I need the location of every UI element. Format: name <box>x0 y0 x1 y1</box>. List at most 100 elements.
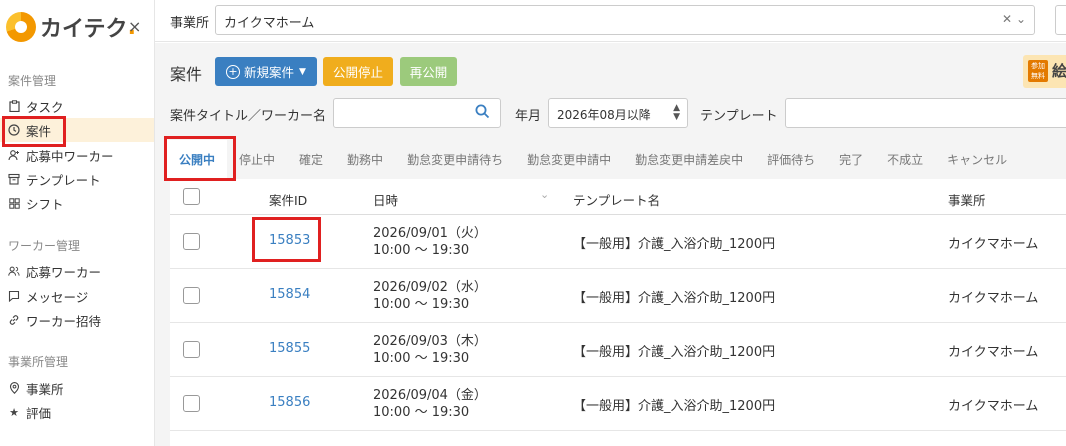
clock-icon <box>8 124 20 136</box>
sidebar-item-label: ワーカー招待 <box>26 313 102 329</box>
sidebar-item-label: 評価 <box>26 405 52 421</box>
case-id-link[interactable]: 15856 <box>269 395 310 410</box>
sidebar-item-label: テンプレート <box>26 172 101 188</box>
location-icon <box>8 382 20 394</box>
template-select[interactable] <box>785 98 1066 128</box>
case-time: 10:00 〜 19:30 <box>373 243 470 258</box>
section-title-office: 事業所管理 <box>8 355 69 369</box>
status-tabs: 公開中 停止中 確定 勤務中 勤怠変更申請待ち 勤怠変更申請中 勤怠変更申請差戻… <box>167 140 1066 178</box>
case-time: 10:00 〜 19:30 <box>373 297 470 312</box>
logo-text: カイテク <box>40 17 128 42</box>
tab-working[interactable]: 勤務中 <box>335 140 395 178</box>
office-name: カイクマホーム <box>948 237 1039 252</box>
template-name: 【一般用】介護_入浴介助_1200円 <box>573 237 776 252</box>
sidebar-item-shifts[interactable]: シフト <box>0 191 154 215</box>
sidebar-item-label: シフト <box>26 196 64 212</box>
tab-confirmed[interactable]: 確定 <box>287 140 335 178</box>
tab-awaiting-review[interactable]: 評価待ち <box>755 140 827 178</box>
case-id-link[interactable]: 15854 <box>269 287 310 302</box>
tab-published[interactable]: 公開中 <box>167 140 228 178</box>
sidebar-item-label: 応募中ワーカー <box>26 148 114 164</box>
sidebar-item-messages[interactable]: メッセージ <box>0 284 154 308</box>
clipboard-icon <box>8 100 20 112</box>
sidebar-item-cases[interactable]: 案件 <box>0 118 154 142</box>
sidebar-item-ratings[interactable]: ★ 評価 <box>0 400 154 424</box>
clear-icon[interactable]: ✕ <box>1002 12 1012 26</box>
message-icon <box>8 290 20 302</box>
tab-cancelled[interactable]: キャンセル <box>935 140 1019 178</box>
cases-table: 案件ID 日時 ⌄ テンプレート名 事業所 15853 2026/09/01（火… <box>170 179 1066 446</box>
sidebar-item-tasks[interactable]: タスク <box>0 94 154 118</box>
close-sidebar-button[interactable]: × <box>128 17 141 36</box>
office-select[interactable]: カイクマホーム ✕ ⌄ <box>215 5 1035 35</box>
sidebar-item-label: 事業所 <box>26 381 64 397</box>
table-header: 案件ID 日時 ⌄ テンプレート名 事業所 <box>170 179 1066 215</box>
tab-attendance-change-pending[interactable]: 勤怠変更申請待ち <box>395 140 515 178</box>
column-header-office[interactable]: 事業所 <box>948 190 986 209</box>
sidebar-item-worker-invite[interactable]: ワーカー招待 <box>0 308 154 332</box>
grid-icon <box>8 197 20 209</box>
archive-icon <box>8 173 20 185</box>
tab-stopped[interactable]: 停止中 <box>227 140 287 178</box>
row-checkbox[interactable] <box>183 395 200 412</box>
promo-banner[interactable]: 参加 無料 絵 <box>1023 55 1066 88</box>
office-name: カイクマホーム <box>948 345 1039 360</box>
topbar-right-control[interactable] <box>1055 5 1066 35</box>
template-name: 【一般用】介護_入浴介助_1200円 <box>573 399 776 414</box>
search-icon[interactable] <box>475 104 490 123</box>
caret-down-icon: ▼ <box>299 66 306 77</box>
main-content: 案件 + 新規案件 ▼ 公開停止 再公開 参加 無料 絵 案件タイトル／ワーカー… <box>155 43 1066 446</box>
sort-chevron-icon[interactable]: ⌄ <box>540 188 549 201</box>
sidebar-item-applying-workers[interactable]: 応募中ワーカー <box>0 143 154 167</box>
case-date: 2026/09/04（金） <box>373 388 487 403</box>
sidebar-item-applied-workers[interactable]: 応募ワーカー <box>0 259 154 283</box>
case-id-link[interactable]: 15853 <box>269 233 310 248</box>
row-checkbox[interactable] <box>183 233 200 250</box>
sidebar-item-label: タスク <box>26 99 64 115</box>
user-plus-icon <box>8 149 20 161</box>
column-header-id[interactable]: 案件ID <box>269 190 307 209</box>
office-name: カイクマホーム <box>948 291 1039 306</box>
tab-completed[interactable]: 完了 <box>827 140 875 178</box>
title-worker-search-input[interactable] <box>333 98 501 128</box>
new-case-button[interactable]: + 新規案件 ▼ <box>215 57 317 86</box>
case-date: 2026/09/03（木） <box>373 334 487 349</box>
select-all-checkbox[interactable] <box>183 188 200 205</box>
plus-circle-icon: + <box>226 64 241 79</box>
section-title-cases: 案件管理 <box>8 74 57 88</box>
tab-failed[interactable]: 不成立 <box>875 140 935 178</box>
column-header-template[interactable]: テンプレート名 <box>573 190 660 209</box>
case-id-link[interactable]: 15855 <box>269 341 310 356</box>
table-row[interactable]: 15856 2026/09/04（金） 10:00 〜 19:30 【一般用】介護… <box>170 377 1066 431</box>
year-month-select[interactable]: 2026年08月以降 ▲ ▼ <box>548 98 688 128</box>
users-icon <box>8 265 20 277</box>
topbar: 事業所 カイクマホーム ✕ ⌄ <box>155 0 1066 42</box>
table-row[interactable]: 15853 2026/09/01（火） 10:00 〜 19:30 【一般用】介護… <box>170 215 1066 269</box>
template-name: 【一般用】介護_入浴介助_1200円 <box>573 345 776 360</box>
year-month-label: 年月 <box>515 109 542 124</box>
table-row[interactable]: 15855 2026/09/03（木） 10:00 〜 19:30 【一般用】介護… <box>170 323 1066 377</box>
star-icon: ★ <box>9 405 19 419</box>
logo[interactable]: カイテク. <box>6 8 136 46</box>
chevron-down-icon[interactable]: ⌄ <box>1016 12 1026 26</box>
table-row[interactable]: 15854 2026/09/02（水） 10:00 〜 19:30 【一般用】介護… <box>170 269 1066 323</box>
office-label: 事業所 <box>170 16 210 31</box>
section-title-workers: ワーカー管理 <box>8 239 81 253</box>
logo-mark-icon <box>6 12 36 42</box>
sidebar-item-templates[interactable]: テンプレート <box>0 167 154 191</box>
row-checkbox[interactable] <box>183 341 200 358</box>
office-name: カイクマホーム <box>948 399 1039 414</box>
tab-attendance-change-returned[interactable]: 勤怠変更申請差戻中 <box>623 140 755 178</box>
case-date: 2026/09/01（火） <box>373 226 487 241</box>
sidebar-item-office[interactable]: 事業所 <box>0 376 154 400</box>
tab-attendance-change-requested[interactable]: 勤怠変更申請中 <box>515 140 623 178</box>
case-time: 10:00 〜 19:30 <box>373 405 470 420</box>
sidebar-item-label: 案件 <box>26 123 52 139</box>
column-header-datetime[interactable]: 日時 <box>373 190 398 209</box>
sidebar-item-label: メッセージ <box>26 289 89 305</box>
free-participation-badge: 参加 無料 <box>1028 60 1048 82</box>
row-checkbox[interactable] <box>183 287 200 304</box>
template-name: 【一般用】介護_入浴介助_1200円 <box>573 291 776 306</box>
republish-button[interactable]: 再公開 <box>400 57 457 86</box>
stop-publishing-button[interactable]: 公開停止 <box>323 57 393 86</box>
